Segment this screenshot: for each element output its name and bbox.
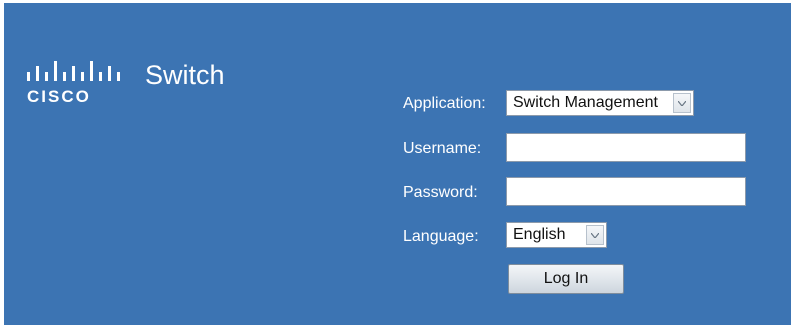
application-select-value: Switch Management <box>513 94 658 111</box>
application-select[interactable]: Switch Management <box>506 90 694 116</box>
username-label: Username: <box>403 140 482 157</box>
login-button[interactable]: Log In <box>508 264 624 294</box>
application-label: Application: <box>403 95 486 112</box>
product-title: Switch <box>145 60 225 90</box>
chevron-down-icon[interactable] <box>586 225 604 245</box>
password-input[interactable] <box>506 177 746 206</box>
login-panel: CISCO Switch Application: Switch Managem… <box>4 3 791 325</box>
cisco-bridge-icon <box>27 61 120 81</box>
language-select-value: English <box>513 226 566 243</box>
cisco-wordmark: CISCO <box>27 87 91 106</box>
password-label: Password: <box>403 184 478 201</box>
language-label: Language: <box>403 228 479 245</box>
cisco-logo: CISCO <box>24 61 124 111</box>
chevron-down-icon[interactable] <box>673 93 691 113</box>
language-select[interactable]: English <box>506 222 607 248</box>
username-input[interactable] <box>506 133 746 162</box>
